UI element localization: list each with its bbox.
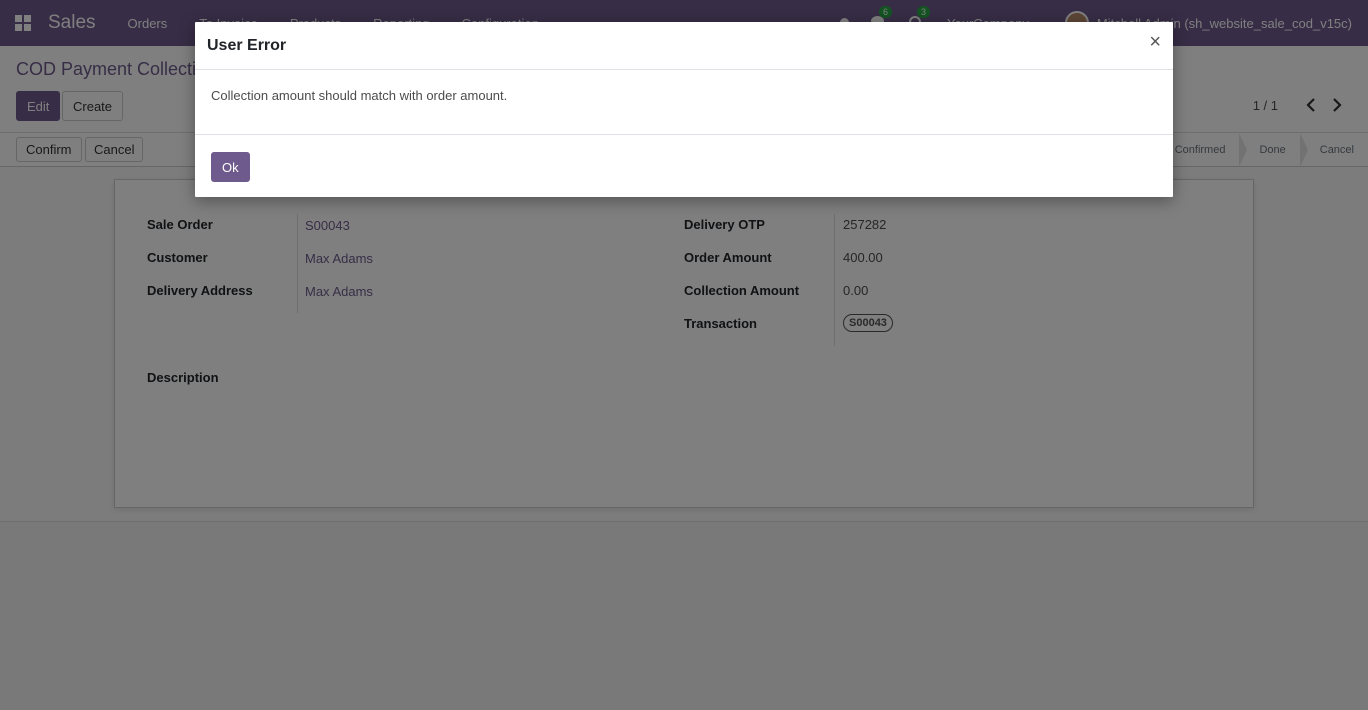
close-icon[interactable]: × [1149,32,1161,52]
modal-footer: Ok [195,134,1173,197]
modal-header: User Error × [195,22,1173,70]
error-message: Collection amount should match with orde… [211,88,508,103]
modal-title: User Error [207,37,287,54]
user-error-dialog: User Error × Collection amount should ma… [195,22,1173,197]
ok-button[interactable]: Ok [211,152,250,182]
